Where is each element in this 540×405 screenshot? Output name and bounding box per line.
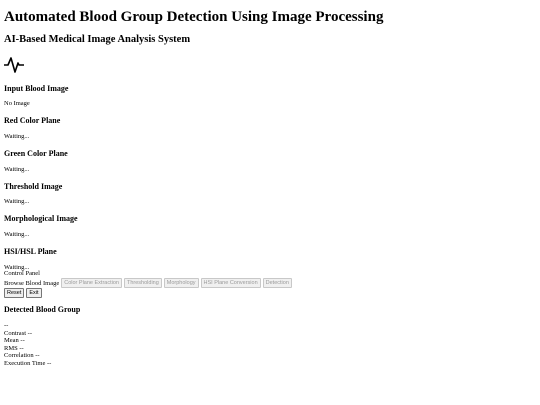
exit-button[interactable]: Exit bbox=[26, 288, 42, 298]
threshold-heading: Threshold Image bbox=[4, 182, 63, 191]
input-image-status: No Image bbox=[4, 100, 30, 107]
hsi-plane-conversion-button[interactable]: HSI Plane Conversion bbox=[200, 278, 261, 288]
rms-metric: RMS -- bbox=[4, 344, 24, 352]
control-panel-title: Control Panel bbox=[4, 270, 40, 277]
green-plane-heading: Green Color Plane bbox=[4, 149, 68, 158]
page-title: Automated Blood Group Detection Using Im… bbox=[4, 9, 384, 25]
detection-button[interactable]: Detection bbox=[262, 278, 292, 288]
red-plane-heading: Red Color Plane bbox=[4, 116, 61, 125]
hsi-plane-heading: HSI/HSL Plane bbox=[4, 247, 57, 256]
control-panel-secondary: Reset Exit bbox=[4, 288, 42, 298]
morphological-status: Waiting... bbox=[4, 231, 30, 238]
color-plane-extraction-button[interactable]: Color Plane Extraction bbox=[61, 278, 122, 288]
morphological-heading: Morphological Image bbox=[4, 214, 78, 223]
results-metrics: -- Contrast -- Mean -- RMS -- Correlatio… bbox=[4, 322, 51, 368]
reset-button[interactable]: Reset bbox=[4, 288, 25, 298]
morphology-button[interactable]: Morphology bbox=[163, 278, 199, 288]
control-panel-actions: Browse Blood Image Color Plane Extractio… bbox=[4, 278, 292, 288]
execution-time-metric: Execution Time -- bbox=[4, 359, 52, 367]
threshold-status: Waiting... bbox=[4, 198, 30, 205]
browse-image-link[interactable]: Browse Blood Image bbox=[4, 280, 59, 287]
detected-blood-group-value: -- bbox=[4, 322, 9, 329]
mean-metric: Mean -- bbox=[4, 337, 25, 345]
pulse-icon bbox=[4, 57, 24, 73]
page-subtitle: AI-Based Medical Image Analysis System bbox=[4, 34, 191, 45]
thresholding-button[interactable]: Thresholding bbox=[123, 278, 162, 288]
red-plane-status: Waiting... bbox=[4, 133, 30, 140]
contrast-metric: Contrast -- bbox=[4, 329, 32, 337]
detected-blood-group-heading: Detected Blood Group bbox=[4, 305, 81, 314]
green-plane-status: Waiting... bbox=[4, 166, 30, 173]
input-image-heading: Input Blood Image bbox=[4, 84, 69, 93]
correlation-metric: Correlation -- bbox=[4, 352, 40, 360]
